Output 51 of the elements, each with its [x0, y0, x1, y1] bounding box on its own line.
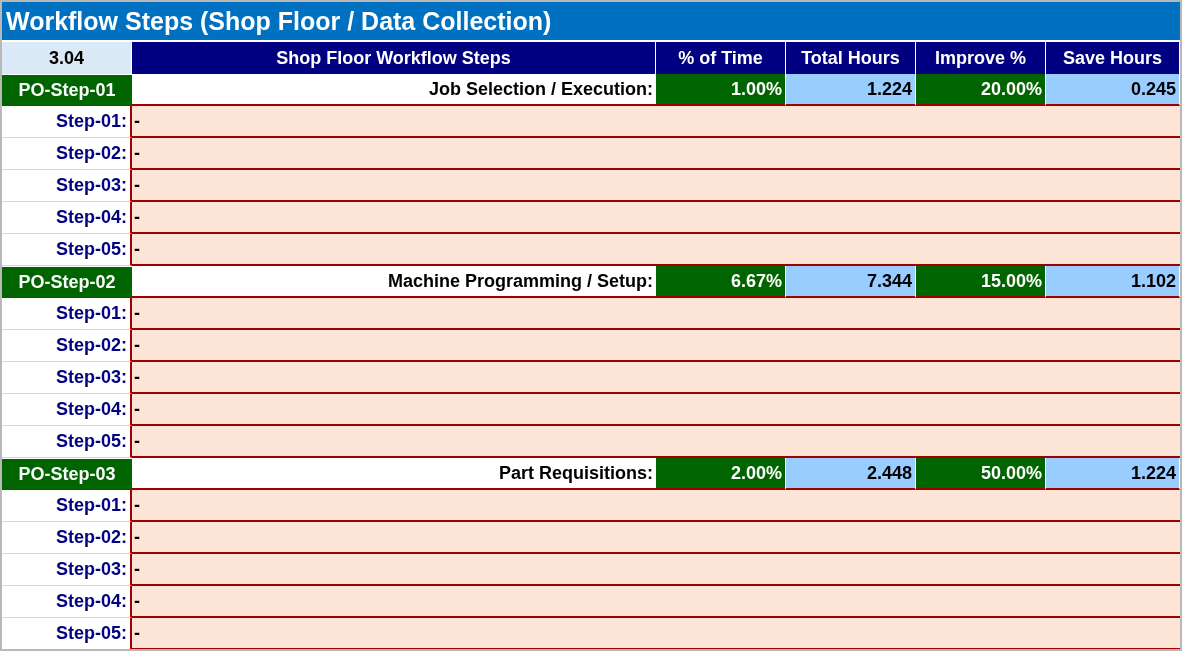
substep-label: Step-02: [2, 330, 132, 362]
column-header: % of Time [656, 42, 786, 74]
substep-label: Step-04: [2, 394, 132, 426]
substep-label: Step-01: [2, 490, 132, 522]
percent-cell: 15.00% [916, 266, 1046, 298]
percent-cell: 1.00% [656, 74, 786, 106]
column-header: Improve % [916, 42, 1046, 74]
substep-input-cell[interactable]: - [132, 330, 1180, 362]
hours-cell: 1.102 [1046, 266, 1180, 298]
substep-input-cell[interactable]: - [132, 106, 1180, 138]
substep-input-cell[interactable]: - [132, 202, 1180, 234]
hours-cell: 1.224 [1046, 458, 1180, 490]
percent-cell: 50.00% [916, 458, 1046, 490]
substep-label: Step-01: [2, 106, 132, 138]
column-header: Save Hours [1046, 42, 1180, 74]
hours-cell: 0.245 [1046, 74, 1180, 106]
substep-label: Step-04: [2, 202, 132, 234]
column-header: Shop Floor Workflow Steps [132, 42, 656, 74]
substep-input-cell[interactable]: - [132, 618, 1180, 649]
substep-label: Step-03: [2, 554, 132, 586]
substep-input-cell[interactable]: - [132, 394, 1180, 426]
substep-label: Step-05: [2, 426, 132, 458]
substep-label: Step-02: [2, 522, 132, 554]
substep-label: Step-01: [2, 298, 132, 330]
step-code-cell: PO-Step-02 [2, 266, 132, 298]
substep-label: Step-05: [2, 234, 132, 266]
substep-label: Step-03: [2, 362, 132, 394]
substep-input-cell[interactable]: - [132, 234, 1180, 266]
substep-input-cell[interactable]: - [132, 362, 1180, 394]
substep-input-cell[interactable]: - [132, 138, 1180, 170]
hours-cell: 7.344 [786, 266, 916, 298]
step-code-cell: PO-Step-01 [2, 74, 132, 106]
substep-input-cell[interactable]: - [132, 426, 1180, 458]
substep-label: Step-03: [2, 170, 132, 202]
substep-input-cell[interactable]: - [132, 522, 1180, 554]
percent-cell: 2.00% [656, 458, 786, 490]
percent-cell: 20.00% [916, 74, 1046, 106]
hours-cell: 1.224 [786, 74, 916, 106]
substep-label: Step-04: [2, 586, 132, 618]
substep-input-cell[interactable]: - [132, 490, 1180, 522]
substep-input-cell[interactable]: - [132, 298, 1180, 330]
percent-cell: 6.67% [656, 266, 786, 298]
substep-input-cell[interactable]: - [132, 586, 1180, 618]
substep-input-cell[interactable]: - [132, 554, 1180, 586]
substep-input-cell[interactable]: - [132, 170, 1180, 202]
column-header: Total Hours [786, 42, 916, 74]
step-code-cell: PO-Step-03 [2, 458, 132, 490]
hours-cell: 2.448 [786, 458, 916, 490]
sheet-title: Workflow Steps (Shop Floor / Data Collection) [2, 2, 1180, 42]
version-cell: 3.04 [2, 42, 132, 74]
substep-label: Step-02: [2, 138, 132, 170]
